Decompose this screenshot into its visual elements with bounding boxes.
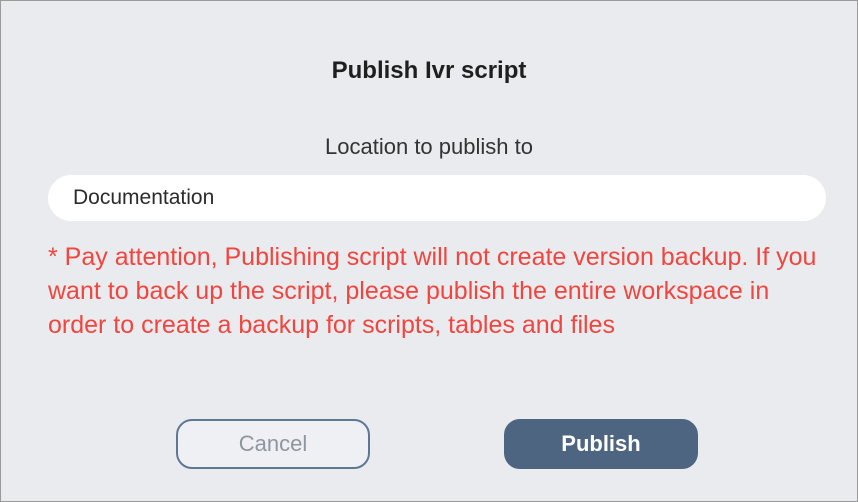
cancel-button[interactable]: Cancel: [176, 419, 370, 469]
location-label: Location to publish to: [325, 134, 533, 159]
location-input[interactable]: [48, 175, 826, 221]
dialog-title: Publish Ivr script: [331, 57, 527, 84]
publish-button[interactable]: Publish: [504, 419, 698, 469]
warning-message: * Pay attention, Publishing script will …: [48, 243, 817, 339]
publish-dialog: Publish Ivr script Location to publish t…: [0, 0, 858, 502]
